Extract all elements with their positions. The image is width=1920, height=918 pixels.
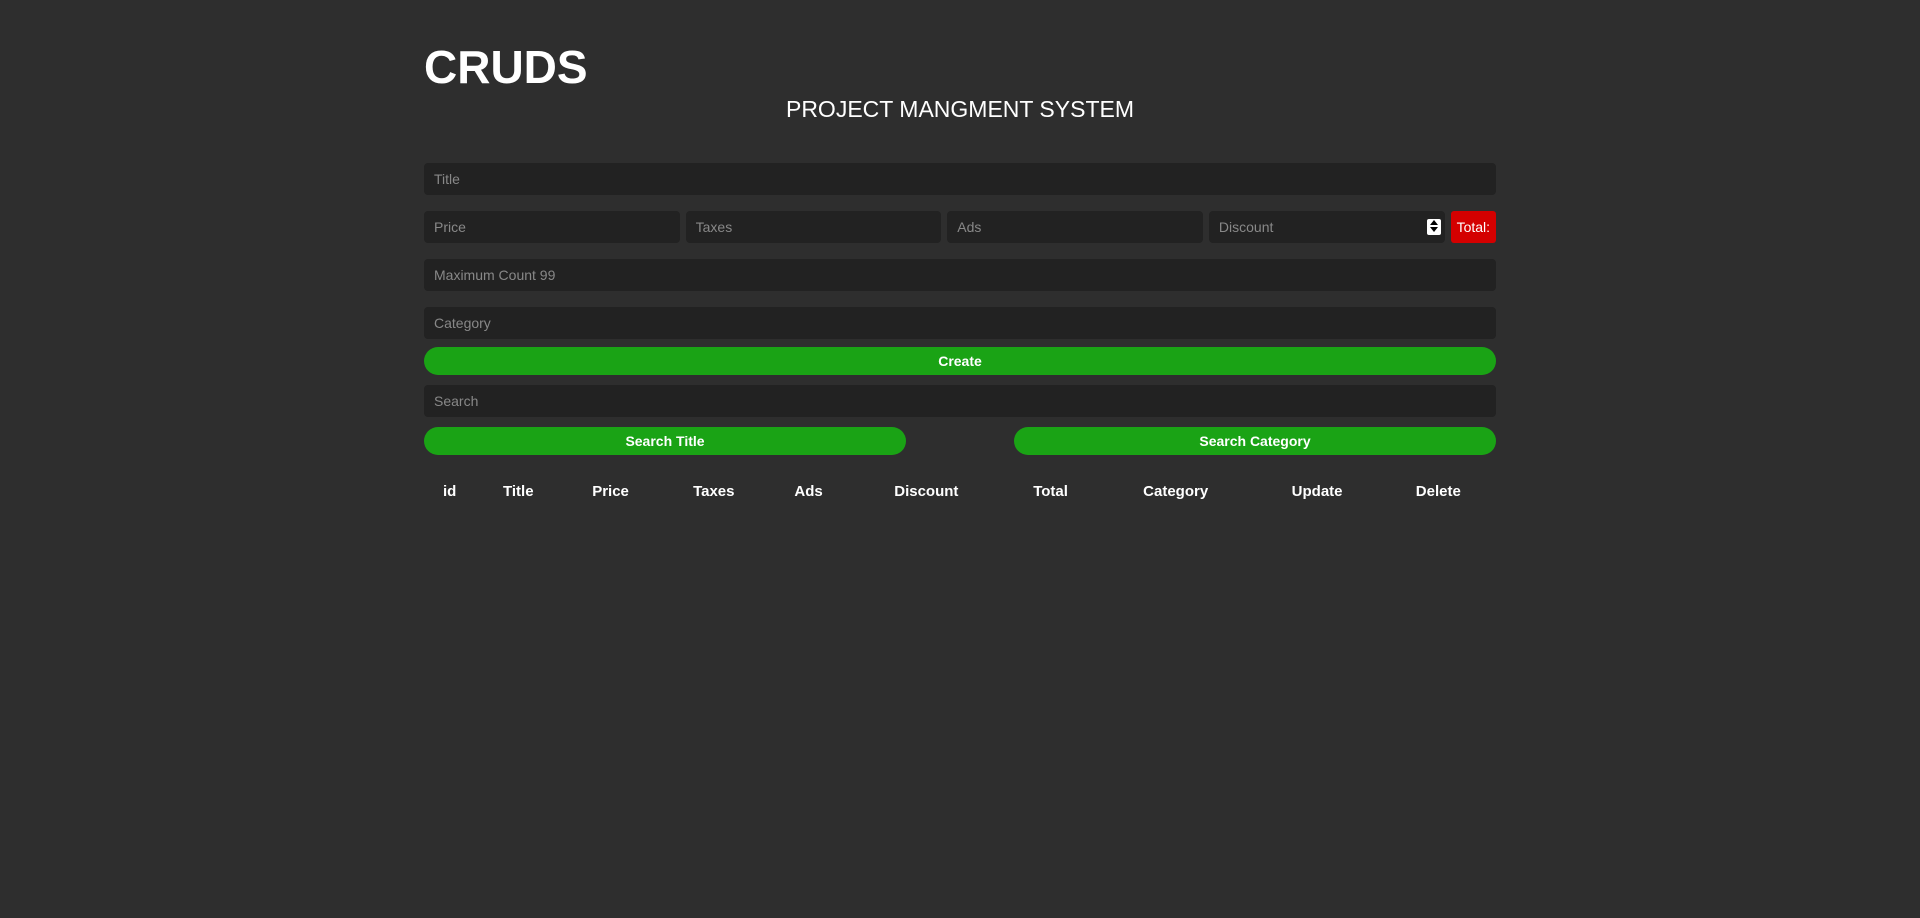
th-id: id xyxy=(424,475,475,508)
search-input[interactable] xyxy=(424,385,1496,417)
th-taxes: Taxes xyxy=(660,475,768,508)
price-row: Total: xyxy=(424,211,1496,243)
create-button[interactable]: Create xyxy=(424,347,1496,375)
th-title: Title xyxy=(475,475,561,508)
th-delete: Delete xyxy=(1381,475,1496,508)
spinner-icon[interactable] xyxy=(1427,219,1441,235)
price-input[interactable] xyxy=(424,211,680,243)
taxes-input[interactable] xyxy=(686,211,942,243)
th-discount: Discount xyxy=(849,475,1003,508)
ads-input[interactable] xyxy=(947,211,1203,243)
th-update: Update xyxy=(1254,475,1381,508)
th-ads: Ads xyxy=(768,475,850,508)
th-price: Price xyxy=(561,475,659,508)
count-input[interactable] xyxy=(424,259,1496,291)
discount-input[interactable] xyxy=(1209,211,1445,243)
data-table: id Title Price Taxes Ads Discount Total … xyxy=(424,475,1496,508)
th-total: Total xyxy=(1003,475,1097,508)
search-category-button[interactable]: Search Category xyxy=(1014,427,1496,455)
discount-wrapper xyxy=(1209,211,1445,243)
search-button-row: Search Title Search Category xyxy=(424,427,1496,455)
total-badge: Total: xyxy=(1451,211,1496,243)
page-subtitle: PROJECT MANGMENT SYSTEM xyxy=(424,96,1496,123)
search-title-button[interactable]: Search Title xyxy=(424,427,906,455)
title-input[interactable] xyxy=(424,163,1496,195)
th-category: Category xyxy=(1098,475,1254,508)
table-header-row: id Title Price Taxes Ads Discount Total … xyxy=(424,475,1496,508)
category-input[interactable] xyxy=(424,307,1496,339)
app-title: CRUDS xyxy=(424,40,1496,94)
